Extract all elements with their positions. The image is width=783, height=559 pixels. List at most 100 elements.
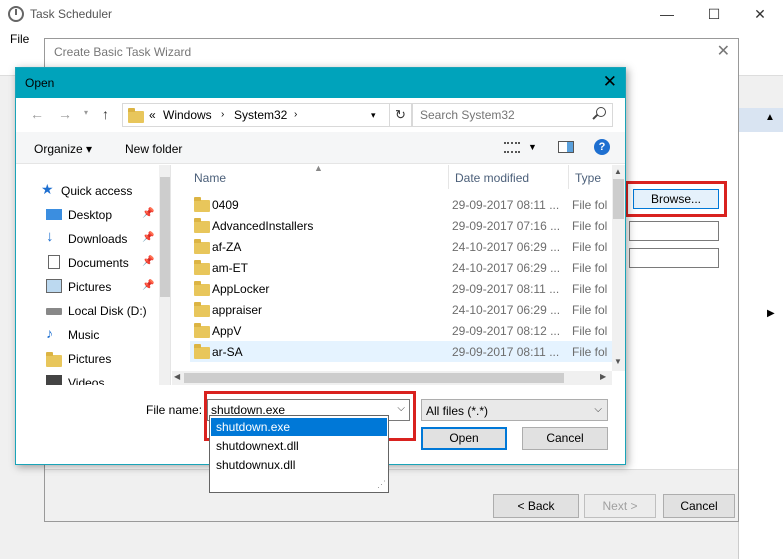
file-list-vertical-scrollbar[interactable]: ▲ ▼ (612, 165, 625, 371)
file-row[interactable]: AppV 29-09-2017 08:12 ... File fol (190, 320, 612, 341)
autocomplete-item-selected[interactable]: shutdown.exe (211, 418, 387, 436)
nav-item-desktop[interactable]: Desktop 📌 (16, 204, 156, 226)
nav-item-quick-access[interactable]: ★ Quick access (16, 180, 156, 202)
address-bar[interactable]: « Windows › System32 › ▾ (122, 103, 390, 127)
file-date: 24-10-2017 06:29 ... (452, 261, 561, 275)
help-icon[interactable]: ? (594, 139, 610, 155)
program-script-field[interactable] (629, 221, 719, 241)
breadcrumb-item-system32[interactable]: System32 (234, 108, 287, 122)
resize-grip-icon[interactable]: ⋰ (377, 479, 386, 490)
breadcrumb-separator-icon[interactable]: › (221, 109, 224, 120)
file-type-filter[interactable]: All files (*.*) ⌵ (421, 399, 608, 421)
nav-item-pictures-folder[interactable]: Pictures (16, 348, 156, 370)
collapse-arrow-icon[interactable]: ▲ (765, 112, 775, 123)
nav-label: Documents (68, 256, 129, 270)
search-box[interactable] (412, 103, 613, 127)
next-button[interactable]: Next > (584, 494, 656, 518)
folder-icon (194, 239, 210, 254)
file-list-horizontal-scrollbar[interactable]: ◀ ▶ (172, 371, 612, 385)
open-dialog-titlebar: Open ✕ (16, 68, 625, 98)
wizard-close-icon[interactable]: ✕ (717, 41, 730, 61)
maximize-button[interactable]: ☐ (691, 2, 737, 26)
scroll-left-icon[interactable]: ◀ (174, 372, 180, 381)
new-folder-button[interactable]: New folder (125, 142, 182, 156)
autocomplete-item[interactable]: shutdownext.dll (211, 437, 387, 455)
refresh-icon[interactable]: ↻ (390, 103, 412, 127)
file-row[interactable]: af-ZA 24-10-2017 06:29 ... File fol (190, 236, 612, 257)
wizard-cancel-button[interactable]: Cancel (663, 494, 735, 518)
back-arrow-icon[interactable]: ← (30, 106, 44, 122)
drive-icon (46, 308, 62, 315)
nav-item-videos[interactable]: Videos (16, 372, 156, 385)
recent-chevron-icon[interactable]: ▾ (84, 108, 88, 117)
view-dropdown-icon[interactable]: ▼ (528, 142, 537, 152)
nav-item-documents[interactable]: Documents 📌 (16, 252, 156, 274)
autocomplete-item[interactable]: shutdownux.dll (211, 456, 387, 474)
file-date: 29-09-2017 08:12 ... (452, 324, 561, 338)
folder-icon (128, 108, 144, 123)
folder-icon (46, 352, 62, 367)
file-type: File fol (572, 198, 608, 212)
organize-button[interactable]: Organize ▾ (34, 142, 92, 156)
file-list: ▲ Name Date modified Type 0409 29-09-201… (172, 165, 625, 389)
actions-pane: ▲ ▶ (738, 108, 783, 559)
arguments-field[interactable] (629, 248, 719, 268)
breadcrumb-item-windows[interactable]: Windows (163, 108, 212, 122)
documents-icon (48, 255, 60, 269)
scroll-right-icon[interactable]: ▶ (600, 372, 606, 381)
file-row[interactable]: am-ET 24-10-2017 06:29 ... File fol (190, 257, 612, 278)
nav-pane-scroll-thumb[interactable] (160, 177, 170, 297)
close-button[interactable]: ✕ (737, 2, 783, 26)
open-button[interactable]: Open (421, 427, 507, 450)
column-separator[interactable] (448, 165, 449, 189)
preview-pane-icon[interactable] (558, 141, 574, 153)
menu-file[interactable]: File (10, 32, 29, 46)
nav-label: Local Disk (D:) (68, 304, 147, 318)
open-dialog-close-icon[interactable]: ✕ (603, 72, 617, 92)
file-date: 24-10-2017 06:29 ... (452, 240, 561, 254)
breadcrumb-prefix[interactable]: « (149, 108, 156, 122)
horizontal-scroll-thumb[interactable] (184, 373, 564, 383)
breadcrumb-separator-icon[interactable]: › (294, 109, 297, 120)
pin-icon: 📌 (142, 232, 155, 243)
file-row[interactable]: AppLocker 29-09-2017 08:11 ... File fol (190, 278, 612, 299)
file-row-selected[interactable]: ar-SA 29-09-2017 08:11 ... File fol (190, 341, 612, 362)
vertical-scroll-thumb[interactable] (613, 179, 624, 219)
file-row[interactable]: appraiser 24-10-2017 06:29 ... File fol (190, 299, 612, 320)
up-arrow-icon[interactable]: ↑ (102, 106, 109, 122)
browse-button[interactable]: Browse... (633, 189, 719, 209)
minimize-button[interactable]: — (644, 2, 690, 26)
forward-arrow-icon[interactable]: → (58, 106, 72, 122)
file-type: File fol (572, 324, 608, 338)
folder-icon (194, 281, 210, 296)
column-date-modified[interactable]: Date modified (455, 171, 529, 185)
search-icon[interactable] (596, 107, 606, 117)
file-row[interactable]: AdvancedInstallers 29-09-2017 07:16 ... … (190, 215, 612, 236)
file-name: appraiser (212, 303, 263, 317)
file-name: am-ET (212, 261, 248, 275)
chevron-down-icon[interactable]: ⌵ (397, 403, 405, 414)
nav-item-music[interactable]: ♪ Music (16, 324, 156, 346)
nav-item-pictures[interactable]: Pictures 📌 (16, 276, 156, 298)
scroll-down-icon[interactable]: ▼ (614, 357, 622, 366)
chevron-down-icon[interactable]: ⌵ (594, 404, 602, 415)
nav-item-local-disk[interactable]: Local Disk (D:) (16, 300, 156, 322)
file-type: File fol (572, 219, 608, 233)
view-options-icon[interactable] (504, 142, 520, 153)
folder-icon (194, 218, 210, 233)
nav-pane-scrollbar[interactable] (159, 165, 170, 385)
column-separator[interactable] (568, 165, 569, 189)
nav-item-downloads[interactable]: ↓ Downloads 📌 (16, 228, 156, 250)
column-name[interactable]: Name (194, 171, 226, 185)
file-date: 29-09-2017 08:11 ... (452, 345, 560, 359)
address-dropdown-icon[interactable]: ▾ (371, 110, 376, 121)
file-row[interactable]: 0409 29-09-2017 08:11 ... File fol (190, 194, 612, 215)
open-cancel-button[interactable]: Cancel (522, 427, 608, 450)
expand-arrow-icon[interactable]: ▶ (767, 308, 775, 319)
scroll-up-icon[interactable]: ▲ (614, 167, 622, 176)
search-input[interactable] (413, 104, 588, 126)
nav-label: Desktop (68, 208, 113, 222)
back-button[interactable]: < Back (493, 494, 579, 518)
nav-label: Pictures (68, 352, 112, 366)
column-type[interactable]: Type (575, 171, 601, 185)
